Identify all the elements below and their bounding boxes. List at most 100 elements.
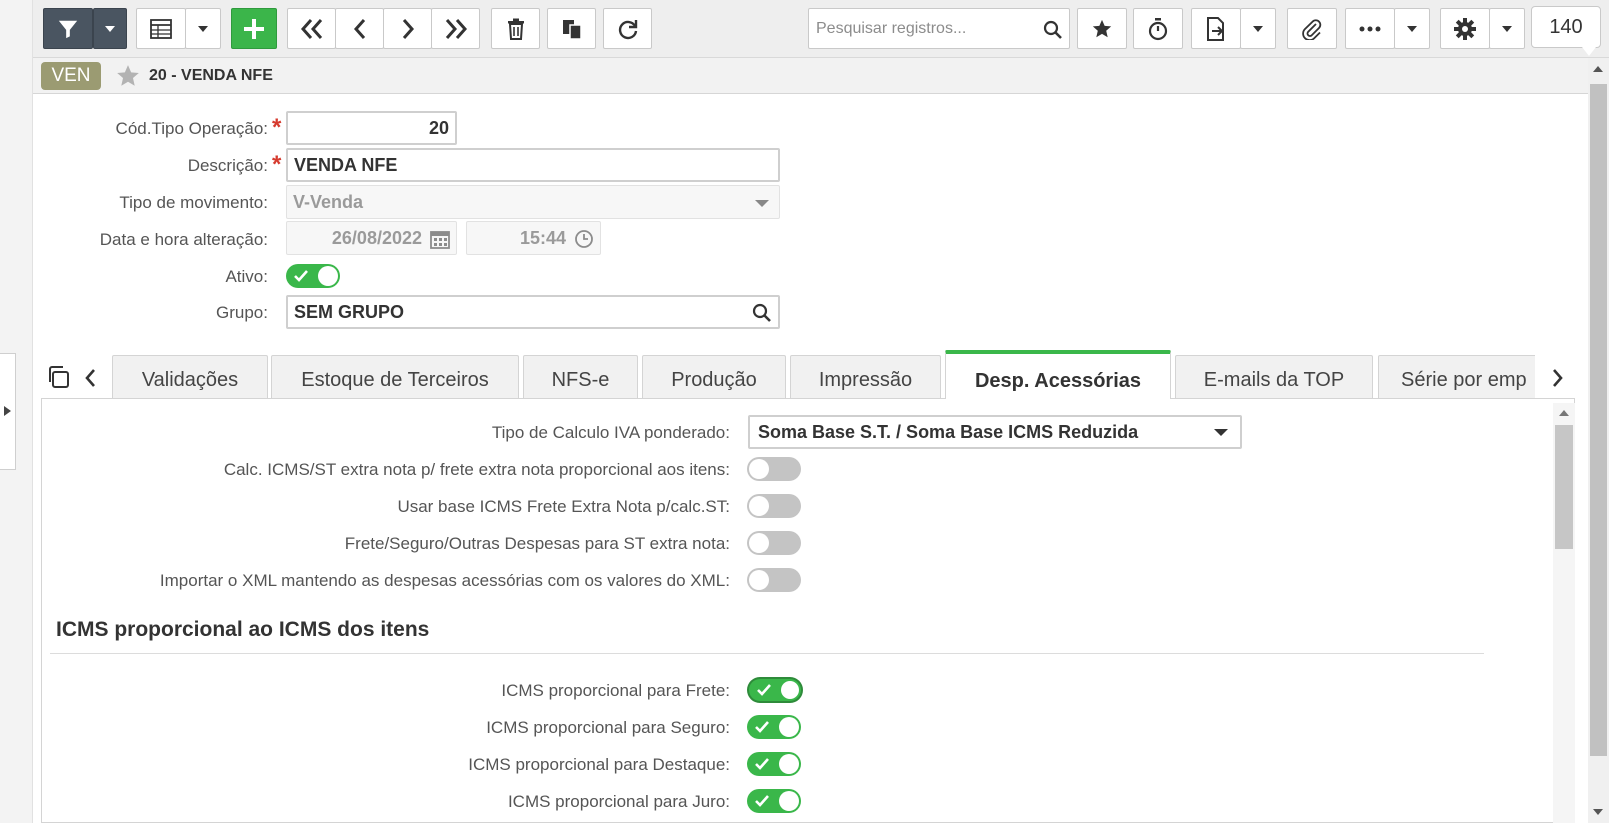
scroll-up-icon[interactable]	[1559, 410, 1569, 416]
tab-estoque-de-terceiros[interactable]: Estoque de Terceiros	[271, 355, 519, 399]
calc-icms-st-frete-toggle[interactable]	[747, 457, 801, 481]
tab-label: Impressão	[818, 369, 913, 391]
grid-view-dropdown-button[interactable]	[185, 8, 221, 49]
check-icon	[294, 270, 308, 282]
settings-button[interactable]	[1440, 8, 1490, 49]
expand-sidebar-handle[interactable]	[0, 353, 16, 470]
cod-tipo-operacao-value: 20	[428, 117, 449, 138]
icms-proporcional-seguro-label: ICMS proporcional para Seguro:	[486, 718, 730, 737]
chevron-right-icon	[402, 18, 414, 39]
timer-button[interactable]	[1133, 8, 1183, 49]
caret-down-icon	[1253, 25, 1263, 32]
caret-down-icon	[198, 25, 208, 32]
toggle-knob	[749, 459, 769, 479]
export-button[interactable]	[1191, 8, 1241, 49]
tab-producao[interactable]: Produção	[642, 355, 786, 399]
descricao-field[interactable]: VENDA NFE	[286, 148, 780, 182]
ativo-toggle[interactable]	[286, 264, 340, 288]
calc-icms-st-frete-label: Calc. ICMS/ST extra nota p/ frete extra …	[223, 460, 730, 479]
filter-button[interactable]	[43, 8, 93, 49]
page-scrollbar[interactable]	[1588, 58, 1609, 823]
tab-nfs-e[interactable]: NFS-e	[523, 355, 638, 399]
refresh-button[interactable]	[603, 8, 652, 49]
export-dropdown-button[interactable]	[1240, 8, 1276, 49]
required-marker: *	[272, 151, 282, 178]
favorite-star-icon[interactable]	[115, 63, 141, 89]
tab-label: Desp. Acessórias	[974, 369, 1141, 392]
icms-proporcional-seguro-toggle[interactable]	[747, 715, 801, 739]
tab-label: Validações	[141, 369, 239, 391]
trash-icon	[507, 18, 524, 40]
cod-tipo-operacao-field[interactable]: 20	[286, 111, 457, 145]
tab-label: Série por emp	[1401, 369, 1527, 391]
duplicate-button[interactable]	[547, 8, 596, 49]
record-count: 140	[1531, 6, 1601, 56]
toggle-knob	[749, 533, 769, 553]
favorite-button[interactable]	[1077, 8, 1127, 49]
tab-validacoes[interactable]: Validações	[112, 355, 268, 399]
tipo-calculo-iva-value: Soma Base S.T. / Soma Base ICMS Reduzida	[758, 421, 1139, 442]
icms-proporcional-juro-toggle[interactable]	[747, 789, 801, 813]
caret-down-icon	[1502, 25, 1512, 32]
previous-record-button[interactable]	[335, 8, 384, 49]
check-icon	[755, 721, 769, 733]
tab-serie-por-empresa[interactable]: Série por emp	[1378, 355, 1535, 399]
tipo-movimento-label: Tipo de movimento:	[119, 193, 268, 212]
usar-base-icms-frete-toggle[interactable]	[747, 494, 801, 518]
search-box[interactable]	[808, 8, 1070, 49]
delete-button[interactable]	[491, 8, 540, 49]
attachments-button[interactable]	[1287, 8, 1337, 49]
check-icon	[755, 795, 769, 807]
scrollbar-thumb[interactable]	[1590, 84, 1607, 756]
calendar-icon	[430, 229, 450, 249]
tipo-calculo-iva-label: Tipo de Calculo IVA ponderado:	[491, 423, 730, 442]
usar-base-icms-frete-label: Usar base ICMS Frete Extra Nota p/calc.S…	[397, 497, 730, 516]
hora-alteracao-field: 15:44	[466, 221, 601, 255]
grupo-field[interactable]: SEM GRUPO	[286, 295, 780, 329]
icms-proporcional-destaque-toggle[interactable]	[747, 752, 801, 776]
paperclip-icon	[1302, 18, 1322, 40]
grupo-value: SEM GRUPO	[294, 301, 405, 322]
cod-tipo-operacao-label: Cód.Tipo Operação:	[115, 119, 268, 138]
settings-dropdown-button[interactable]	[1489, 8, 1525, 49]
importar-xml-toggle[interactable]	[747, 568, 801, 592]
check-icon	[755, 758, 769, 770]
next-record-button[interactable]	[383, 8, 432, 49]
icms-proporcional-frete-toggle[interactable]	[749, 679, 801, 701]
panel-scrollbar[interactable]	[1553, 403, 1575, 823]
tab-label: Estoque de Terceiros	[301, 369, 489, 391]
more-actions-button[interactable]	[1345, 8, 1395, 49]
tab-impressao[interactable]: Impressão	[790, 355, 941, 399]
add-record-button[interactable]	[231, 8, 277, 49]
tabs-scroll-left-icon[interactable]	[84, 368, 96, 388]
tab-desp-acessorias[interactable]: Desp. Acessórias	[945, 350, 1171, 399]
tabs-copy-icon[interactable]	[46, 365, 70, 389]
caret-down-icon	[755, 200, 769, 207]
last-record-button[interactable]	[431, 8, 480, 49]
scrollbar-thumb[interactable]	[1555, 425, 1573, 549]
filter-dropdown-button[interactable]	[93, 8, 127, 49]
tab-label: E-mails da TOP	[1203, 369, 1345, 391]
scroll-down-icon[interactable]	[1593, 809, 1603, 815]
frete-seguro-outras-label: Frete/Seguro/Outras Despesas para ST ext…	[344, 534, 730, 553]
section-divider	[50, 653, 1484, 654]
tabs-scroll-right-icon[interactable]	[1552, 368, 1564, 388]
tab-emails-da-top[interactable]: E-mails da TOP	[1175, 355, 1373, 399]
search-input[interactable]	[814, 18, 1034, 40]
page-title: 20 - VENDA NFE	[149, 67, 273, 84]
icms-proporcional-destaque-label: ICMS proporcional para Destaque:	[468, 755, 730, 774]
search-icon[interactable]	[1043, 20, 1063, 40]
more-actions-dropdown-button[interactable]	[1394, 8, 1430, 49]
first-record-button[interactable]	[287, 8, 336, 49]
chevron-left-icon	[353, 18, 365, 39]
title-bar: VEN 20 - VENDA NFE	[33, 58, 1588, 94]
tipo-calculo-iva-select[interactable]: Soma Base S.T. / Soma Base ICMS Reduzida	[748, 415, 1242, 449]
file-export-icon	[1207, 16, 1224, 41]
tipo-movimento-value: V-Venda	[293, 191, 364, 212]
data-alteracao-value: 26/08/2022	[331, 227, 422, 248]
scroll-up-icon[interactable]	[1593, 66, 1603, 72]
toggle-knob	[779, 717, 799, 737]
frete-seguro-outras-toggle[interactable]	[747, 531, 801, 555]
grid-view-button[interactable]	[136, 8, 186, 49]
search-icon[interactable]	[752, 303, 772, 323]
